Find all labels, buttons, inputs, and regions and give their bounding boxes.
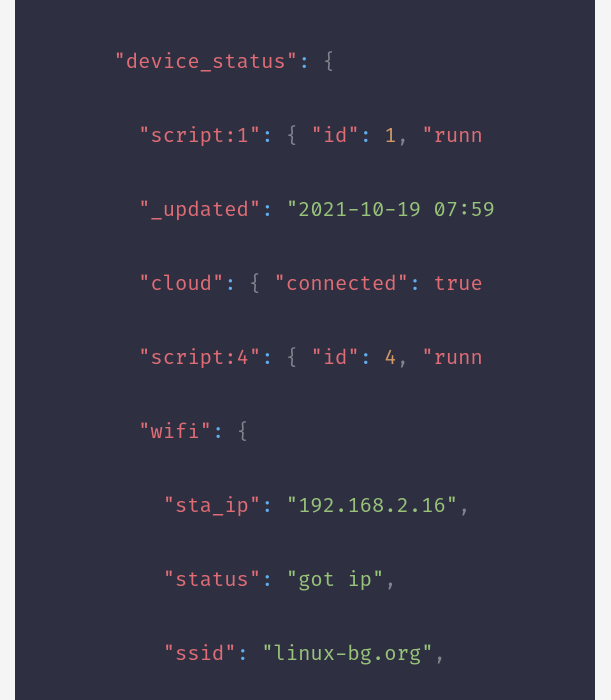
brace: { [249,273,261,297]
comma: , [384,569,396,593]
brace: { [237,421,249,445]
colon: : [409,273,421,297]
json-key: "id" [310,347,359,371]
json-key: "sta_ip" [163,495,261,519]
code-line: "ssid": "linux-bg.org", [15,637,595,674]
colon: : [261,125,273,149]
colon: : [360,347,372,371]
json-key: "cloud" [138,273,224,297]
json-bool: true [434,273,483,297]
json-string: "192.168.2.16" [286,495,458,519]
json-key: "ssid" [163,643,237,667]
colon: : [224,273,236,297]
json-string: "2021-10-19 07:59 [286,199,495,223]
json-key: "_updated" [138,199,261,223]
json-key: "runn [421,347,483,371]
json-key: "status" [163,569,261,593]
code-line: "script:1": { "id": 1, "runn [15,119,595,156]
json-key: "script:1" [138,125,261,149]
colon: : [261,199,273,223]
json-key: "device_status" [113,51,298,75]
comma: , [434,643,446,667]
json-number: 1 [384,125,396,149]
comma: , [458,495,470,519]
colon: : [237,643,249,667]
json-key: "connected" [274,273,409,297]
colon: : [261,495,273,519]
json-string: "got ip" [286,569,384,593]
code-line: "cloud": { "connected": true [15,267,595,304]
json-key: "id" [310,125,359,149]
colon: : [298,51,310,75]
json-number: 4 [384,347,396,371]
colon: : [212,421,224,445]
code-line: "sta_ip": "192.168.2.16", [15,489,595,526]
comma: , [397,125,409,149]
code-editor: "device_status": { "script:1": { "id": 1… [15,0,595,700]
json-key: "runn [421,125,483,149]
colon: : [261,347,273,371]
code-line: "status": "got ip", [15,563,595,600]
code-line: "wifi": { [15,415,595,452]
brace: { [286,125,298,149]
colon: : [360,125,372,149]
brace: { [323,51,335,75]
code-line: "device_status": { [15,45,595,82]
code-line: "script:4": { "id": 4, "runn [15,341,595,378]
brace: { [286,347,298,371]
json-string: "linux-bg.org" [261,643,433,667]
code-line: "_updated": "2021-10-19 07:59 [15,193,595,230]
comma: , [397,347,409,371]
colon: : [261,569,273,593]
json-key: "script:4" [138,347,261,371]
json-key: "wifi" [138,421,212,445]
